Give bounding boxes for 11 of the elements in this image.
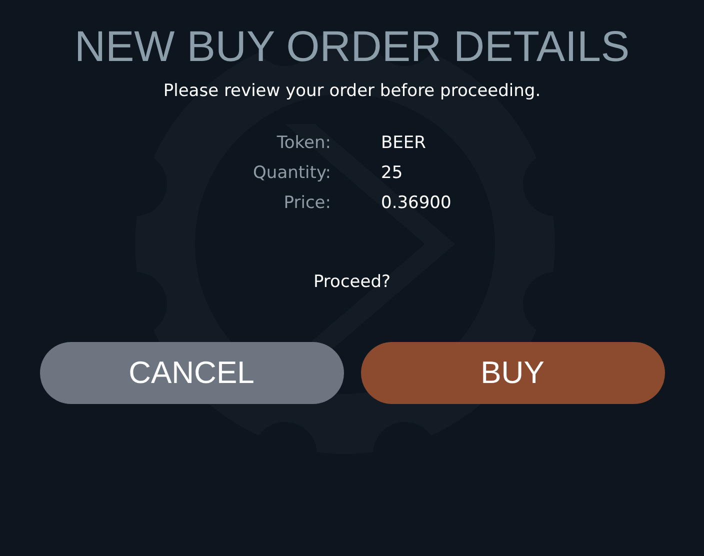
detail-value: BEER bbox=[381, 132, 427, 155]
instruction-text: Please review your order before proceeding. bbox=[163, 80, 541, 103]
confirm-prompt: Proceed? bbox=[313, 271, 391, 294]
detail-value: 25 bbox=[381, 162, 404, 185]
cancel-button[interactable]: CANCEL bbox=[40, 342, 344, 404]
dialog-title: NEW BUY ORDER DETAILS bbox=[74, 22, 630, 72]
buy-button[interactable]: BUY bbox=[360, 342, 664, 404]
detail-value: 0.36900 bbox=[381, 192, 452, 215]
detail-label: Quantity: bbox=[252, 162, 331, 185]
detail-label: Token: bbox=[276, 132, 331, 155]
detail-label: Price: bbox=[282, 192, 331, 215]
